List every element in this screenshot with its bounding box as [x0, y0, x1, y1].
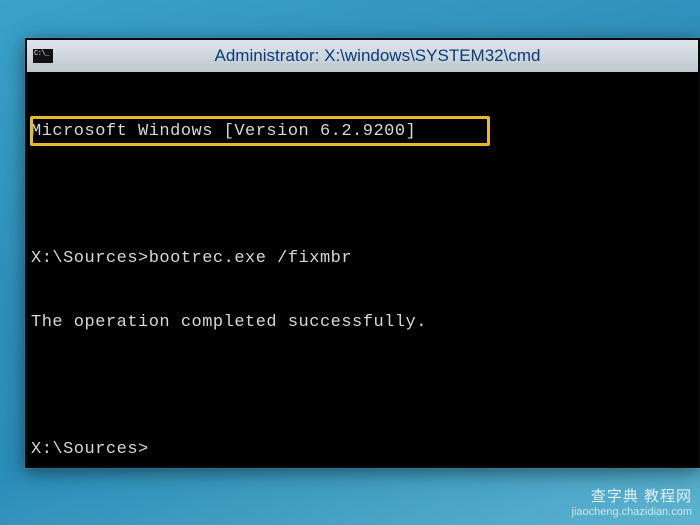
cmd-prompt-icon: [33, 49, 53, 63]
terminal-output[interactable]: Microsoft Windows [Version 6.2.9200] X:\…: [27, 72, 698, 466]
watermark-sub: jiaocheng.chazidian.com: [572, 506, 692, 519]
watermark-main: 查字典 教程网: [572, 488, 692, 506]
terminal-blank-line: [31, 184, 694, 205]
terminal-prompt: X:\Sources>: [31, 439, 694, 460]
terminal-blank-line: [31, 376, 694, 397]
window-title: Administrator: X:\windows\SYSTEM32\cmd: [63, 46, 692, 66]
window-titlebar[interactable]: Administrator: X:\windows\SYSTEM32\cmd: [27, 40, 698, 72]
command-prompt-window: Administrator: X:\windows\SYSTEM32\cmd M…: [25, 38, 700, 468]
watermark: 查字典 教程网 jiaocheng.chazidian.com: [572, 488, 692, 519]
terminal-line: Microsoft Windows [Version 6.2.9200]: [31, 121, 694, 142]
terminal-line-result: The operation completed successfully.: [31, 312, 694, 333]
terminal-line-command: X:\Sources>bootrec.exe /fixmbr: [31, 248, 694, 269]
